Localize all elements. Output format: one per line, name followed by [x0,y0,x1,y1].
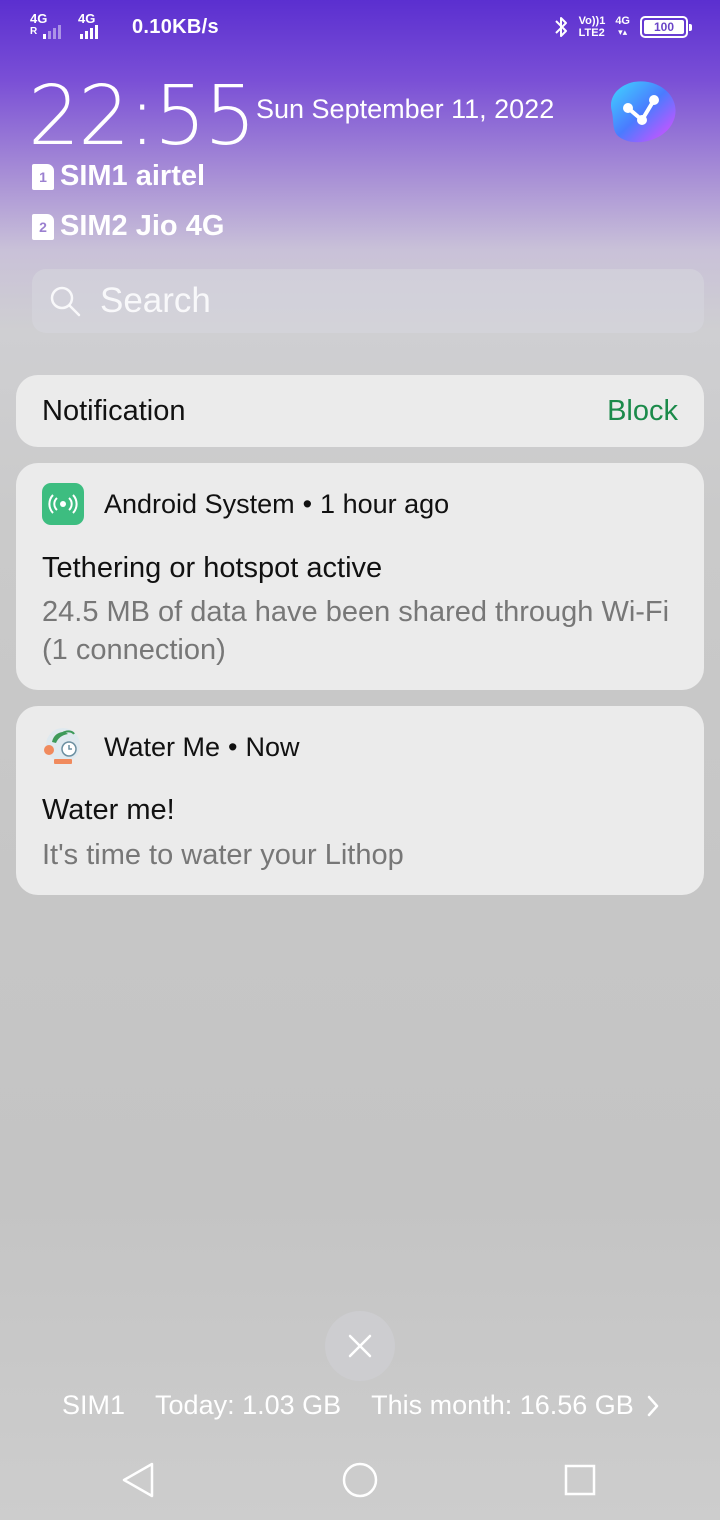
notification-header-title: Notification [42,394,186,427]
hotspot-icon [42,483,84,525]
status-right: Vo))1 LTE2 4G ▾▴ 100 [553,14,692,40]
back-icon [122,1462,154,1498]
search-input[interactable] [100,281,660,321]
navigation-bar [0,1440,720,1520]
notification-body: 24.5 MB of data have been shared through… [42,596,670,666]
notification-app-row: Android System • 1 hour ago [42,483,449,525]
home-button[interactable] [338,1458,382,1502]
data-usage-month: This month: 16.56 GB [371,1390,634,1420]
app-name-text: Android System [104,488,295,519]
battery-icon: 100 [640,16,692,38]
notification-time: 1 hour ago [320,488,450,519]
notification-title: Tethering or hotspot active [42,552,383,584]
notification-app-name: Water Me • Now [104,732,299,763]
lte-label: LTE2 [578,27,605,39]
app-name-text: Water Me [104,731,221,762]
back-button[interactable] [116,1458,160,1502]
sim2-label: SIM2 Jio 4G [60,210,225,242]
notification-app-name: Android System • 1 hour ago [104,489,449,520]
sim1-label: SIM1 airtel [60,160,206,192]
data-usage-row[interactable]: SIM1 Today: 1.03 GB This month: 16.56 GB [62,1390,660,1421]
notification-card[interactable]: Water Me • Now Water me! It's time to wate… [16,706,704,895]
notification-card[interactable]: Android System • 1 hour ago Tethering or h… [16,463,704,690]
chevron-right-icon [647,1395,659,1416]
bluetooth-icon [554,17,567,37]
notification-time: Now [245,731,300,762]
plant-icon [42,726,84,768]
network-speed: 0.10KB/s [132,15,219,38]
status-bar: 4G R 4G 0.10KB/s Vo))1 LTE2 4G ▾▴ 100 [0,0,720,58]
data-usage-sim: SIM1 [62,1390,126,1420]
lockscreen-date: Sun September 11, 2022 [256,94,555,124]
search-icon [50,286,81,317]
assistant-logo-icon[interactable] [602,78,678,146]
sim1-signal-icon: 4G R [30,12,70,42]
sim2-carrier: 2 SIM2 Jio 4G [32,210,224,243]
network-type-label: 4G [615,15,630,27]
clear-all-button[interactable] [325,1311,395,1381]
notification-header: Notification Block [16,375,704,447]
notification-app-row: Water Me • Now [42,726,299,768]
notification-title: Water me! [42,794,175,826]
volte-label: Vo))1 [578,15,606,27]
search-bar[interactable] [32,269,704,333]
close-icon [348,1334,372,1358]
status-left: 4G R 4G 0.10KB/s [30,12,219,42]
sim2-badge-icon: 2 [32,213,54,240]
recent-apps-icon [564,1464,596,1496]
sim2-signal-icon: 4G [78,12,118,42]
roaming-label: R [30,26,38,37]
block-button[interactable]: Block [607,395,678,428]
recent-apps-button[interactable] [558,1458,602,1502]
sim1-badge-icon: 1 [32,163,54,190]
sim1-carrier: 1 SIM1 airtel [32,160,205,193]
separator-dot: • [228,731,238,762]
lockscreen-clock: 22:55 [28,69,256,164]
home-icon [342,1462,378,1498]
separator-dot: • [302,488,313,519]
battery-level: 100 [644,20,684,34]
data-indicator-icon: 4G ▾▴ [615,15,630,38]
volte-indicator: Vo))1 LTE2 [579,15,606,39]
data-usage-today: Today: 1.03 GB [155,1390,342,1420]
notification-body: It's time to water your Lithop [42,839,404,871]
